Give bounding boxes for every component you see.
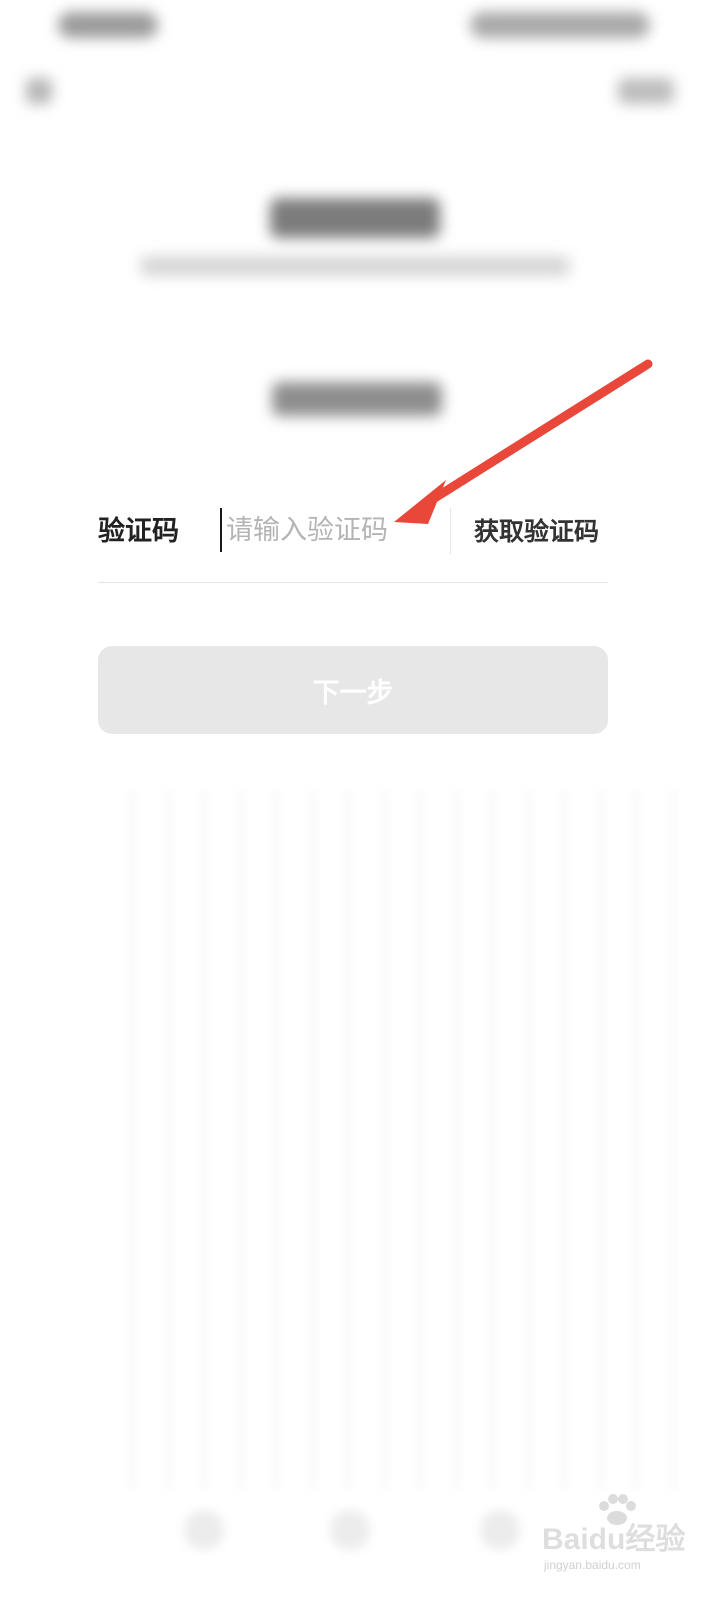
watermark-site: jingyan.baidu.com [544,1558,641,1572]
blurred-header-region [0,0,720,480]
watermark-brand: Baidu经验 [542,1523,686,1556]
verification-code-label: 验证码 [98,516,179,547]
status-bar-left [58,12,158,38]
verification-code-input[interactable] [220,508,446,552]
header-action[interactable] [618,78,674,104]
verification-screen: 验证码 获取验证码 下一步 Baidu经验 jingyan.baidu.com [0,0,720,1600]
back-icon[interactable] [26,78,52,104]
page-subtitle-obscured [140,256,570,276]
nav-home-icon[interactable] [330,1510,370,1550]
status-bar-right [470,12,650,38]
verification-code-row: 验证码 获取验证码 [98,500,608,583]
nav-back-icon[interactable] [184,1510,224,1550]
nav-recent-icon[interactable] [480,1510,520,1550]
next-step-button[interactable]: 下一步 [98,646,608,734]
get-code-button[interactable]: 获取验证码 [474,512,599,552]
watermark: Baidu经验 jingyan.baidu.com [542,1492,712,1582]
blurred-background-content [100,790,680,1490]
page-title-obscured [270,198,440,238]
phone-number-obscured [272,382,442,416]
row-divider [450,508,451,554]
